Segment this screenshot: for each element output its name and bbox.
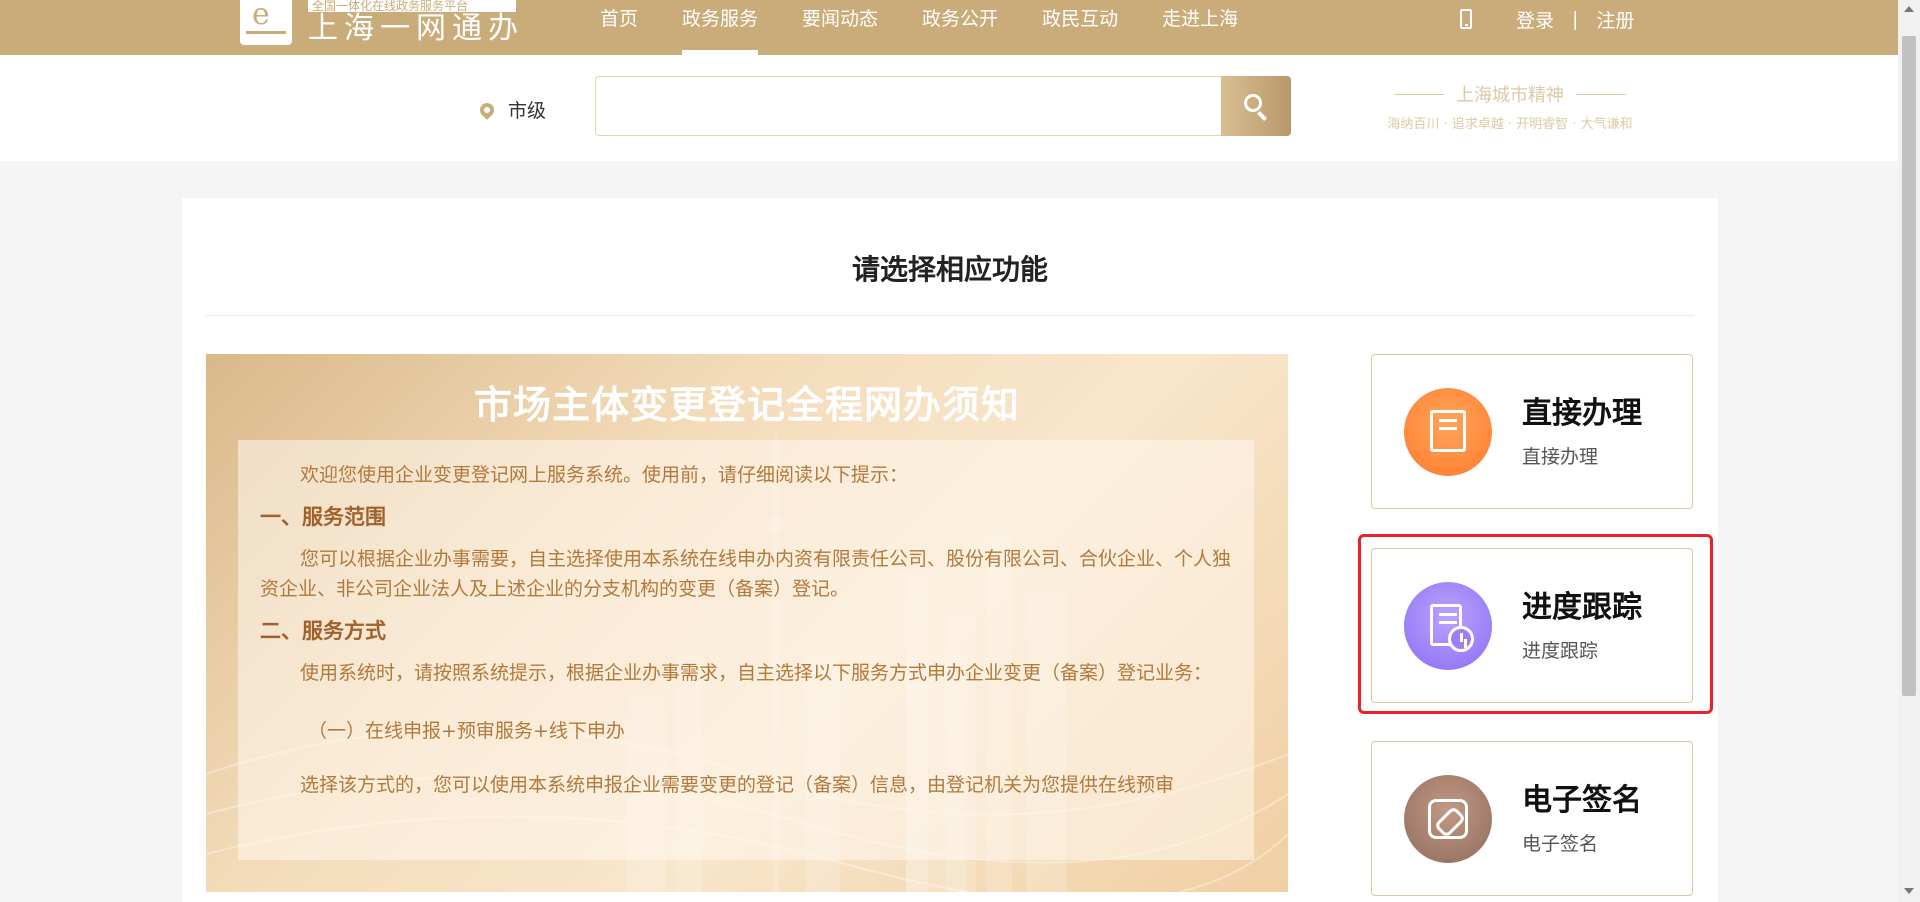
nav-government-services[interactable]: 政务服务 — [682, 0, 759, 55]
notice-title: 市场主体变更登记全程网办须知 — [473, 383, 1020, 427]
notice-truncated-text: 选择该方式的，您可以使用本系统申报企业需要变更的登记（备案）信息，由登记机关为您… — [300, 774, 1175, 796]
nav-home[interactable]: 首页 — [600, 0, 638, 55]
notice-section-text: 您可以根据企业办事需要，自主选择使用本系统在线申办内资有限责任公司、股份有限公司… — [260, 548, 1232, 600]
main-nav: 首页 政务服务 要闻动态 政务公开 政民互动 走进上海 — [600, 0, 1282, 55]
nav-government-affairs[interactable]: 政务公开 — [922, 0, 998, 55]
scroll-up-arrow-icon[interactable] — [1904, 6, 1914, 12]
top-navigation-bar: e 全国一体化在线政务服务平台 上海一网通办 首页 政务服务 要闻动态 政务公开… — [0, 0, 1898, 55]
search-row: 市级 上海城市精神 海纳百川 · 追求卓越 · 开明睿智 · 大气谦和 — [0, 55, 1898, 161]
notice-body[interactable]: 欢迎您使用企业变更登记网上服务系统。使用前，请仔细阅读以下提示： 一、服务范围 … — [238, 440, 1254, 860]
site-logo[interactable]: e 全国一体化在线政务服务平台 上海一网通办 — [240, 0, 524, 50]
vertical-scrollbar[interactable] — [1898, 0, 1920, 902]
notice-section-text: 使用系统时，请按照系统提示，根据企业办事需求，自主选择以下服务方式申办企业变更（… — [300, 662, 1213, 684]
document-transfer-icon — [1404, 388, 1492, 476]
search-icon — [1244, 94, 1262, 112]
register-link[interactable]: 注册 — [1596, 6, 1634, 33]
title-divider — [206, 315, 1694, 316]
nav-news[interactable]: 要闻动态 — [802, 0, 878, 55]
scrollbar-thumb[interactable] — [1902, 36, 1916, 696]
function-title: 电子签名 — [1522, 783, 1642, 818]
logo-title: 上海一网通办 — [308, 11, 524, 46]
selection-highlight-box — [1358, 534, 1713, 714]
page-title: 请选择相应功能 — [851, 253, 1048, 286]
scroll-down-arrow-icon[interactable] — [1904, 888, 1914, 894]
function-title: 直接办理 — [1522, 396, 1642, 431]
search-input[interactable] — [595, 76, 1223, 136]
city-spirit-subtitle: 海纳百川 · 追求卓越 · 开明睿智 · 大气谦和 — [1387, 117, 1633, 132]
function-subtitle: 直接办理 — [1522, 446, 1599, 468]
notice-section-heading: 二、服务方式 — [260, 619, 386, 643]
signature-pen-icon — [1404, 775, 1492, 863]
login-separator: | — [1572, 8, 1579, 30]
logo-e-icon: e — [240, 0, 292, 45]
city-spirit-title: 上海城市精神 — [1456, 85, 1564, 106]
nav-about-shanghai[interactable]: 走进上海 — [1162, 0, 1238, 55]
notice-panel: 市场主体变更登记全程网办须知 欢迎您使用企业变更登记网上服务系统。使用前，请仔细… — [206, 354, 1288, 892]
function-direct-handle[interactable]: 直接办理 直接办理 — [1371, 354, 1693, 509]
location-pin-icon — [477, 99, 497, 120]
notice-intro: 欢迎您使用企业变更登记网上服务系统。使用前，请仔细阅读以下提示： — [300, 464, 909, 486]
notice-section-heading: 一、服务范围 — [260, 505, 386, 529]
function-subtitle: 电子签名 — [1522, 833, 1599, 855]
search-button[interactable] — [1221, 76, 1291, 136]
city-spirit-banner: 上海城市精神 海纳百川 · 追求卓越 · 开明睿智 · 大气谦和 — [1360, 81, 1660, 132]
user-area: 登录 | 注册 — [1460, 0, 1634, 38]
login-link[interactable]: 登录 — [1516, 6, 1554, 33]
nav-interaction[interactable]: 政民互动 — [1042, 0, 1118, 55]
location-label: 市级 — [508, 100, 547, 122]
notice-list-item: （一）在线申报+预审服务+线下申办 — [308, 720, 625, 742]
location-selector[interactable]: 市级 — [477, 96, 547, 123]
mobile-phone-icon[interactable] — [1460, 9, 1472, 29]
function-e-signature[interactable]: 电子签名 电子签名 — [1371, 741, 1693, 896]
